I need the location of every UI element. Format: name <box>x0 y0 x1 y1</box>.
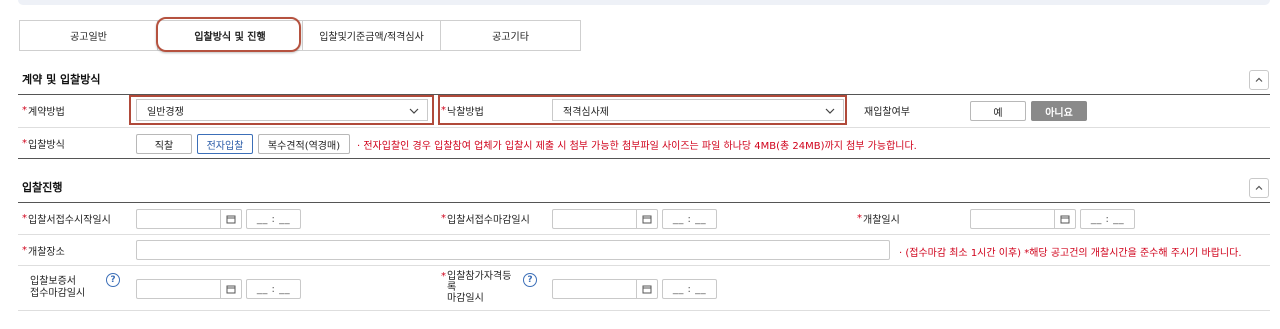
opening-place-input[interactable] <box>136 240 890 260</box>
help-icon[interactable]: ? <box>106 273 120 287</box>
opening-time-notice: · (접수마감 최소 1시간 이후) *해당 공고건의 개찰시간을 준수해 주시… <box>899 248 1242 259</box>
tab-amount-qualification[interactable]: 입찰및기준금액/적격심사 <box>303 21 441 50</box>
calendar-icon <box>226 285 236 294</box>
tab-etc[interactable]: 공고기타 <box>441 21 580 50</box>
chevron-down-icon <box>825 108 835 114</box>
award-method-label: * 낙찰방법 <box>441 104 484 118</box>
rebid-no-button[interactable]: 아니요 <box>1031 101 1087 121</box>
collapse-button-progress[interactable] <box>1249 178 1269 198</box>
tab-bid-method[interactable]: 입찰방식 및 진행 <box>158 21 303 50</box>
contract-method-label: * 계약방법 <box>22 104 65 118</box>
calendar-icon <box>642 285 652 294</box>
calendar-icon <box>1060 215 1070 224</box>
section-divider <box>18 94 1270 95</box>
opening-time-input[interactable]: __ : __ <box>1080 209 1135 229</box>
bid-method-label: * 입찰방식 <box>22 137 65 151</box>
tab-bar: 공고일반 입찰방식 및 진행 입찰및기준금액/적격심사 공고기타 <box>19 20 581 51</box>
chevron-up-icon <box>1255 185 1263 190</box>
bond-deadline-date-input[interactable] <box>136 279 242 299</box>
row-divider <box>18 127 1270 128</box>
calendar-icon <box>642 215 652 224</box>
bid-multi-price-button[interactable]: 복수견적(역경매) <box>258 134 350 154</box>
top-strip <box>18 0 1270 5</box>
attachment-size-notice: · 전자입찰인 경우 입찰참여 업체가 입찰시 제출 시 첨부 가능한 첨부파일… <box>357 141 917 152</box>
submit-deadline-label: * 입찰서접수마감일시 <box>441 212 530 226</box>
award-method-select[interactable]: 적격심사제 <box>552 99 844 121</box>
opening-datetime-label: * 개찰일시 <box>857 212 900 226</box>
submit-deadline-time-input[interactable]: __ : __ <box>662 209 717 229</box>
bond-deadline-time-input[interactable]: __ : __ <box>246 279 301 299</box>
submit-start-date-input[interactable] <box>136 209 242 229</box>
qualification-deadline-date-input[interactable] <box>552 279 658 299</box>
section-end-divider <box>18 158 1270 159</box>
opening-date-input[interactable] <box>970 209 1076 229</box>
calendar-button[interactable] <box>636 210 657 228</box>
row-divider <box>18 310 1270 311</box>
row-divider <box>18 265 1270 266</box>
calendar-button[interactable] <box>636 280 657 298</box>
qualification-deadline-label: *입찰참가자격등 록 마감일시 <box>441 270 512 304</box>
submit-deadline-date-input[interactable] <box>552 209 658 229</box>
calendar-icon <box>226 215 236 224</box>
collapse-button-contract[interactable] <box>1249 70 1269 90</box>
submit-start-time-input[interactable]: __ : __ <box>246 209 301 229</box>
help-icon[interactable]: ? <box>523 273 537 287</box>
qualification-deadline-time-input[interactable]: __ : __ <box>662 279 717 299</box>
contract-method-select[interactable]: 일반경쟁 <box>136 99 428 121</box>
row-divider <box>18 234 1270 235</box>
opening-place-label: * 개찰장소 <box>22 244 65 258</box>
section-title-contract: 계약 및 입찰방식 <box>22 73 101 86</box>
section-divider <box>18 202 1270 203</box>
rebid-yes-button[interactable]: 예 <box>970 101 1026 121</box>
chevron-up-icon <box>1255 77 1263 82</box>
section-title-progress: 입찰진행 <box>22 181 63 194</box>
tab-general[interactable]: 공고일반 <box>20 21 158 50</box>
bid-direct-button[interactable]: 직찰 <box>136 134 192 154</box>
calendar-button[interactable] <box>1054 210 1075 228</box>
rebid-label: 재입찰여부 <box>864 106 910 118</box>
calendar-button[interactable] <box>220 210 241 228</box>
bid-electronic-button[interactable]: 전자입찰 <box>197 134 253 154</box>
chevron-down-icon <box>409 108 419 114</box>
calendar-button[interactable] <box>220 280 241 298</box>
bond-deadline-label: 입찰보증서 접수마감일시 <box>30 276 86 299</box>
submit-start-label: * 입찰서접수시작일시 <box>22 212 111 226</box>
